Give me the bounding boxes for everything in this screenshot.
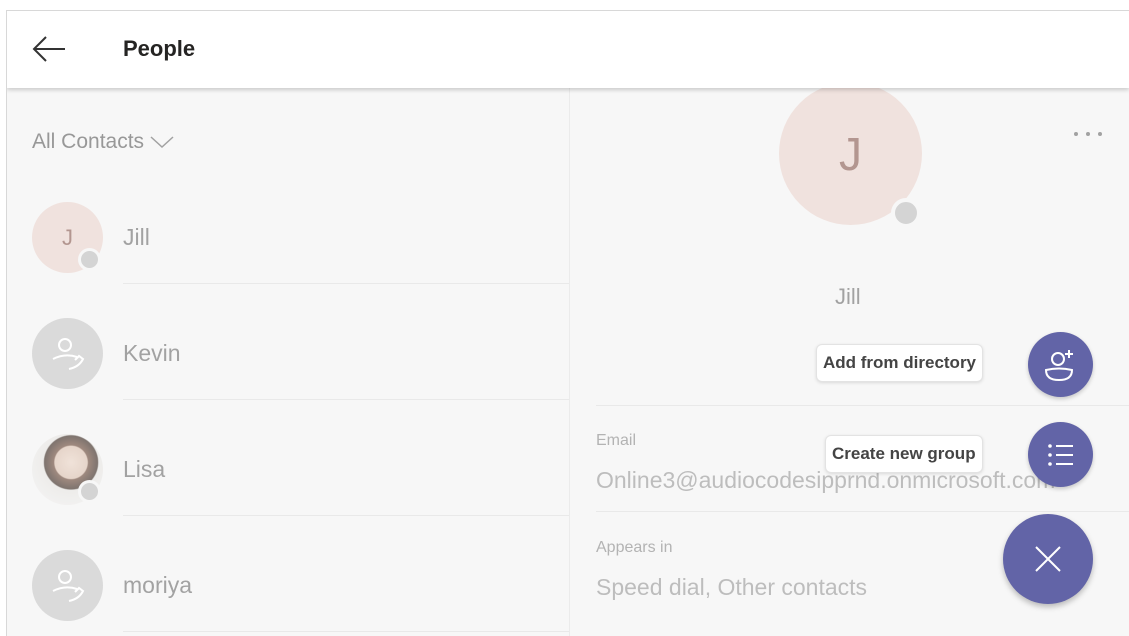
create-new-group-label[interactable]: Create new group	[825, 435, 983, 473]
person-call-icon	[52, 337, 84, 370]
divider	[596, 405, 1129, 406]
filter-label: All Contacts	[32, 130, 145, 153]
top-bar: People	[7, 11, 1129, 88]
detail-avatar-initial: J	[839, 127, 862, 180]
add-from-directory-label[interactable]: Add from directory	[816, 344, 984, 382]
appears-in-label: Appears in	[596, 539, 673, 556]
contact-item-lisa[interactable]: Lisa	[7, 400, 569, 516]
list-icon	[1047, 443, 1073, 466]
contacts-pane: All Contacts J Jill Kevin Lisa moriya	[7, 88, 569, 636]
presence-indicator	[78, 480, 101, 503]
contact-name: moriya	[123, 572, 193, 598]
close-menu-button[interactable]	[1003, 514, 1093, 604]
add-person-icon	[1044, 349, 1073, 381]
page-title: People	[123, 36, 196, 61]
arrow-left-icon	[32, 36, 65, 62]
more-options-icon[interactable]	[1070, 124, 1106, 144]
contact-item-moriya[interactable]: moriya	[7, 516, 569, 632]
create-new-group-button[interactable]	[1028, 422, 1093, 487]
presence-indicator	[78, 248, 101, 271]
chevron-down-icon	[150, 136, 174, 149]
contacts-filter-dropdown[interactable]: All Contacts	[32, 130, 174, 154]
divider	[123, 631, 569, 632]
avatar	[32, 550, 103, 621]
appears-in-value: Speed dial, Other contacts	[596, 574, 868, 600]
app-window: People All Contacts J Jill Kevin Lisa mo…	[6, 10, 1129, 636]
contact-name: Kevin	[123, 340, 181, 366]
contact-item-jill[interactable]: J Jill	[7, 168, 569, 284]
avatar	[32, 318, 103, 389]
add-from-directory-button[interactable]	[1028, 332, 1093, 397]
email-label: Email	[596, 432, 637, 449]
close-icon	[1035, 546, 1061, 572]
avatar-initial: J	[62, 224, 73, 250]
back-button[interactable]	[29, 29, 69, 69]
divider	[596, 511, 1129, 512]
contact-name: Jill	[123, 224, 150, 250]
detail-contact-name: Jill	[835, 284, 861, 309]
contact-item-kevin[interactable]: Kevin	[7, 284, 569, 400]
contact-name: Lisa	[123, 456, 166, 482]
person-call-icon	[52, 569, 84, 602]
detail-presence-indicator	[891, 198, 921, 228]
